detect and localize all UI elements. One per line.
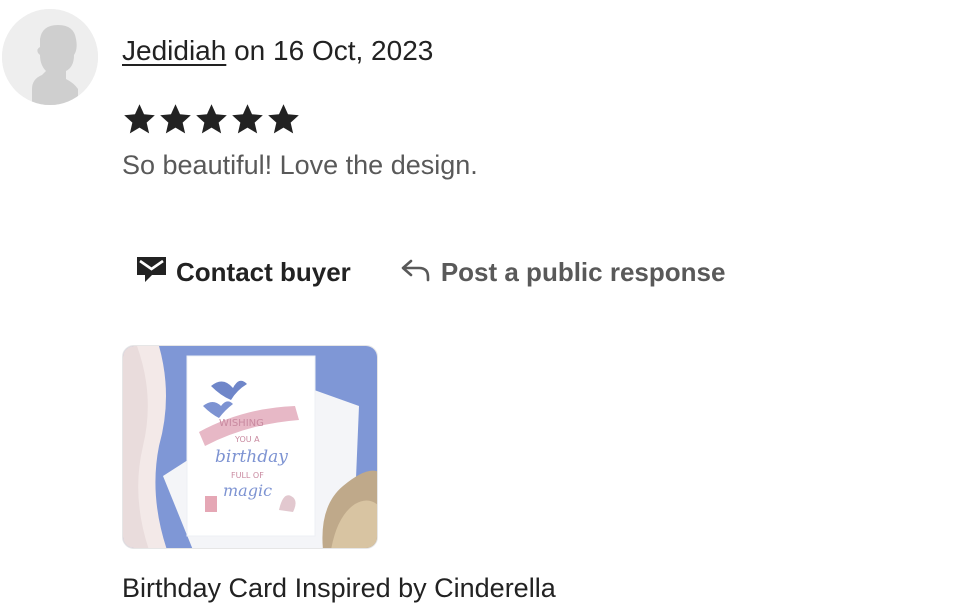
envelope-icon	[136, 256, 167, 289]
contact-buyer-button[interactable]: Contact buyer	[136, 256, 351, 289]
card-text-you-a: YOU A	[234, 435, 260, 444]
avatar-silhouette-icon	[2, 9, 98, 105]
star-icon	[122, 102, 157, 137]
post-public-response-label: Post a public response	[440, 256, 726, 287]
review-header: Jedidiah on 16 Oct, 2023	[122, 33, 433, 69]
birthday-card-image: WISHING YOU A birthday FULL OF magic	[123, 346, 377, 548]
review-text: So beautiful! Love the design.	[122, 150, 478, 180]
reply-arrow-icon	[401, 258, 431, 287]
reviewer-name-link[interactable]: Jedidiah	[122, 35, 226, 66]
review-item: Jedidiah on 16 Oct, 2023 So beautiful! L…	[0, 0, 968, 616]
card-text-magic: magic	[223, 481, 272, 500]
star-icon	[158, 102, 193, 137]
reviewer-avatar[interactable]	[2, 9, 98, 105]
product-title-link[interactable]: Birthday Card Inspired by Cinderella	[122, 570, 556, 606]
review-actions: Contact buyer Post a public response	[136, 252, 725, 292]
post-public-response-button[interactable]: Post a public response	[401, 256, 726, 288]
card-text-wishing: WISHING	[219, 418, 264, 429]
star-icon	[194, 102, 229, 137]
star-icon	[266, 102, 301, 137]
card-text-full-of: FULL OF	[231, 471, 264, 480]
card-text-birthday: birthday	[215, 447, 288, 467]
star-rating	[122, 102, 301, 137]
review-date: on 16 Oct, 2023	[234, 35, 434, 66]
star-icon	[230, 102, 265, 137]
contact-buyer-label: Contact buyer	[176, 256, 351, 287]
product-thumbnail[interactable]: WISHING YOU A birthday FULL OF magic	[122, 345, 378, 549]
